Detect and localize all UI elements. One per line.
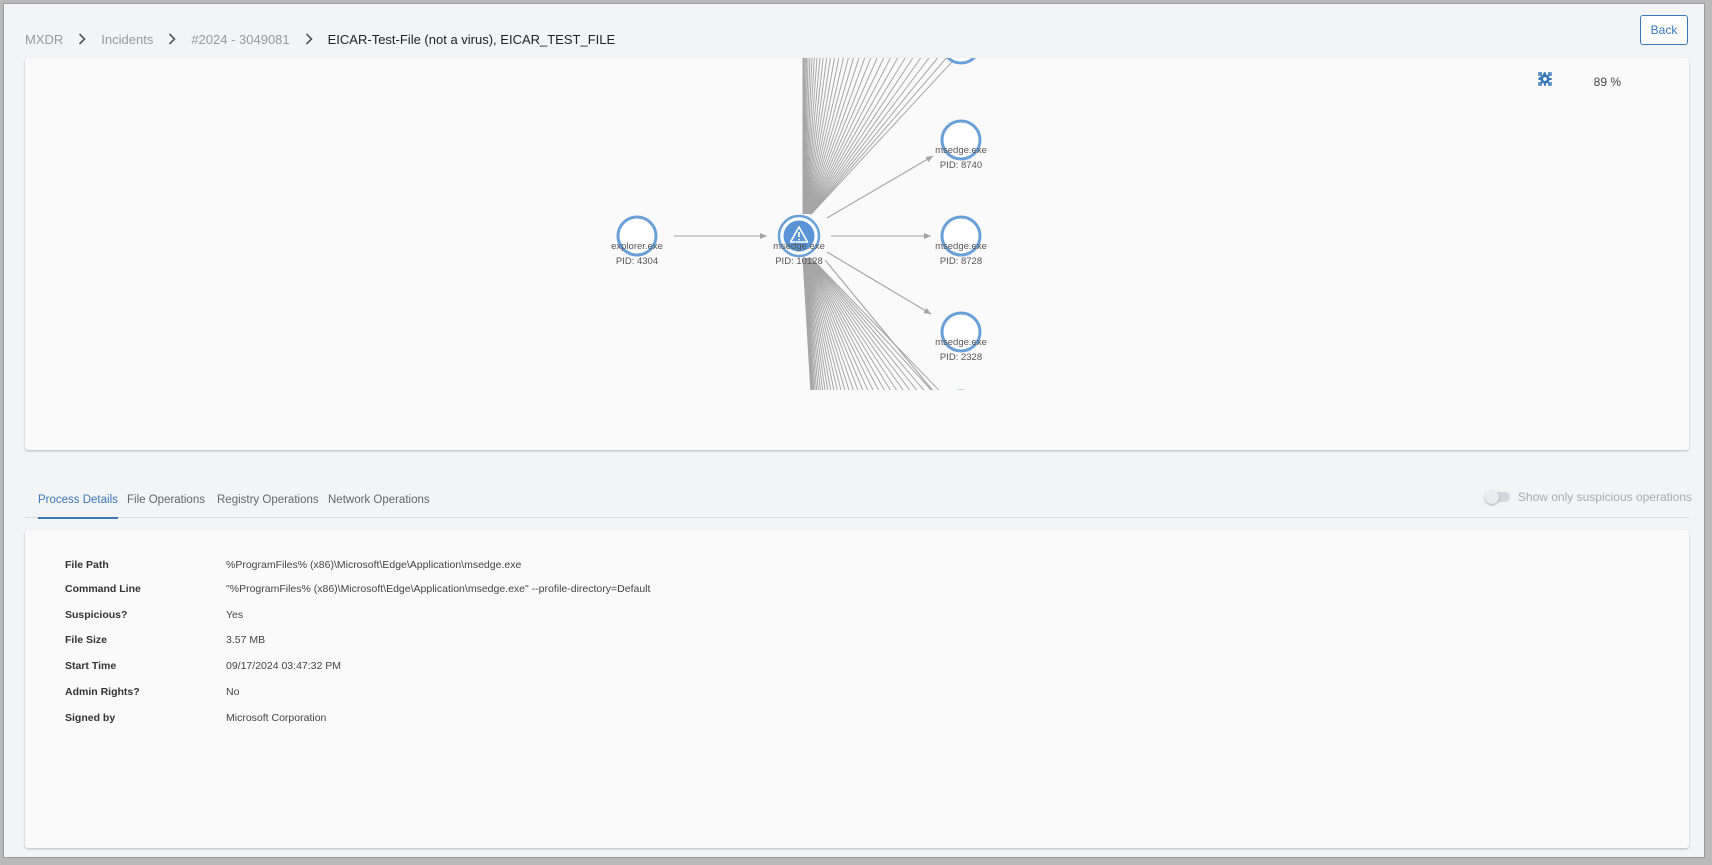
breadcrumb-item-mxdr[interactable]: MXDR [25, 32, 63, 47]
gear-icon[interactable] [1537, 72, 1677, 90]
detail-value: Microsoft Corporation [226, 712, 327, 724]
detail-value: Yes [226, 609, 244, 621]
detail-key: Admin Rights? [65, 686, 140, 698]
detail-row-file-size: File Size 3.57 MB [65, 631, 265, 649]
details-tabs: Process Details File Operations Registry… [25, 483, 1689, 519]
edge-fan-up [808, 58, 878, 215]
process-details-panel: File Path %ProgramFiles% (x86)\Microsoft… [25, 530, 1689, 848]
zoom-out-icon[interactable] [1538, 74, 1580, 90]
node-process-name: msedge.exe [935, 337, 987, 348]
edge-fan-down [810, 257, 927, 394]
process-node-partial-top[interactable] [942, 58, 980, 65]
node-label-msedge-8728: msedge.exe PID: 8728 [901, 239, 1021, 269]
detail-value: "%ProgramFiles% (x86)\Microsoft\Edge\App… [226, 583, 651, 595]
node-label-msedge-8740: msedge.exe PID: 8740 [901, 143, 1021, 173]
detail-key: Command Line [65, 583, 141, 595]
breadcrumb: MXDR Incidents #2024 - 3049081 EICAR-Tes… [25, 29, 615, 49]
tab-process-details[interactable]: Process Details [38, 483, 118, 519]
node-process-name: msedge.exe [935, 145, 987, 156]
edge-fan-down [809, 257, 913, 394]
detail-value: %ProgramFiles% (x86)\Microsoft\Edge\Appl… [226, 559, 522, 571]
detail-row-admin-rights: Admin Rights? No [65, 683, 239, 701]
detail-key: File Path [65, 559, 109, 571]
detail-row-file-path: File Path %ProgramFiles% (x86)\Microsoft… [65, 556, 521, 574]
suspicious-only-toggle[interactable] [1484, 490, 1510, 504]
breadcrumb-item-incident-id[interactable]: #2024 - 3049081 [191, 32, 289, 47]
node-label-msedge-2328: msedge.exe PID: 2328 [901, 335, 1021, 365]
node-pid: PID: 8728 [939, 256, 983, 267]
toggle-knob [1484, 490, 1499, 504]
chevron-right-icon [73, 32, 91, 46]
detail-value: 09/17/2024 03:47:32 PM [226, 660, 342, 672]
back-button[interactable]: Back [1640, 15, 1688, 45]
zoom-controls: 89 % [1537, 72, 1677, 92]
detail-row-signed-by: Signed by Microsoft Corporation [65, 709, 326, 727]
suspicious-only-label: Show only suspicious operations [1517, 490, 1692, 504]
edge-fan-down [808, 257, 881, 394]
node-process-name: msedge.exe [935, 241, 987, 252]
detail-value: 3.57 MB [226, 634, 266, 646]
tab-registry-operations[interactable]: Registry Operations [217, 483, 319, 517]
zoom-in-icon[interactable] [1538, 73, 1651, 90]
edge-fan-up [810, 58, 956, 215]
app-window: MXDR Incidents #2024 - 3049081 EICAR-Tes… [3, 3, 1705, 858]
suspicious-only-toggle-group: Show only suspicious operations [1484, 489, 1692, 505]
node-pid: PID: 4304 [615, 256, 659, 267]
page-title: EICAR-Test-File (not a virus), EICAR_TES… [327, 31, 616, 47]
detail-key: File Size [65, 634, 108, 646]
detail-value: No [226, 686, 240, 698]
node-process-name: msedge.exe [773, 241, 825, 252]
detail-row-suspicious: Suspicious? Yes [65, 606, 243, 624]
edge-fan-down [810, 257, 935, 394]
node-label-msedge-alert: msedge.exe PID: 10128 [739, 239, 859, 269]
process-graph-panel[interactable]: explorer.exe PID: 4304 msedge.exe PID: 1… [25, 58, 1689, 450]
tab-file-operations[interactable]: File Operations [127, 483, 205, 517]
detail-key: Suspicious? [65, 609, 128, 621]
detail-row-start-time: Start Time 09/17/2024 03:47:32 PM [65, 657, 341, 675]
chevron-right-icon [300, 32, 318, 46]
tab-network-operations[interactable]: Network Operations [328, 483, 430, 517]
chevron-right-icon [163, 32, 181, 46]
node-pid: PID: 8740 [939, 160, 983, 171]
node-pid: PID: 10128 [775, 256, 823, 267]
node-process-name: explorer.exe [611, 241, 663, 252]
graph-viewport-clip [25, 390, 1689, 450]
node-label-explorer: explorer.exe PID: 4304 [577, 239, 697, 269]
node-pid: PID: 2328 [939, 352, 983, 363]
detail-key: Start Time [65, 660, 117, 672]
breadcrumb-item-incidents[interactable]: Incidents [101, 32, 153, 47]
detail-row-command-line: Command Line "%ProgramFiles% (x86)\Micro… [65, 580, 650, 598]
zoom-level: 89 % [1593, 75, 1621, 89]
detail-key: Signed by [65, 712, 116, 724]
